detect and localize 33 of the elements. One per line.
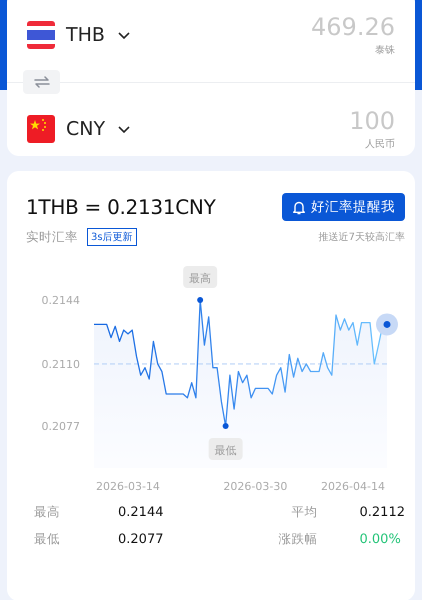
stat-value: 0.00% xyxy=(360,532,401,547)
stat-label: 最高 xyxy=(34,504,61,521)
stat-value: 0.2144 xyxy=(118,505,164,520)
annotation: 最低 xyxy=(214,444,237,457)
currency-selector[interactable]: CNY xyxy=(66,118,132,140)
currency-name: 泰铢 xyxy=(375,44,395,57)
chevron-down-icon xyxy=(117,124,132,134)
chevron-down-icon xyxy=(116,30,131,40)
currency-name: 人民币 xyxy=(365,138,395,151)
y-tick-label: 0.2110 xyxy=(42,358,80,371)
bell-icon xyxy=(292,200,306,214)
exchange-rate: 1THB = 0.2131CNY xyxy=(26,195,216,219)
swap-button[interactable] xyxy=(23,70,60,94)
stat-value: 0.2112 xyxy=(360,505,405,520)
stat-label: 涨跌幅 xyxy=(278,531,318,548)
y-tick-label: 0.2144 xyxy=(42,294,80,307)
current-point xyxy=(376,313,398,336)
x-tick-label: 2026-03-30 xyxy=(223,480,288,493)
stat-label: 平均 xyxy=(290,504,318,521)
stat-label: 最低 xyxy=(34,531,61,548)
stat-value: 0.2077 xyxy=(118,532,164,547)
x-tick-label: 2026-04-14 xyxy=(321,480,385,493)
currency-selector[interactable]: THB xyxy=(66,24,131,46)
flag-icon xyxy=(27,115,55,143)
rate-label: 实时汇率 xyxy=(26,228,78,246)
annotation: 最高 xyxy=(189,272,212,285)
rate-alert-button[interactable]: 好汇率提醒我 xyxy=(282,193,405,221)
swap-icon xyxy=(34,76,50,88)
alert-note: 推送近7天较高汇率 xyxy=(318,230,405,244)
refresh-badge: 3s后更新 xyxy=(87,228,137,246)
x-tick-label: 2026-03-14 xyxy=(96,480,160,493)
y-tick-label: 0.2077 xyxy=(42,420,80,433)
flag-icon xyxy=(27,21,55,49)
